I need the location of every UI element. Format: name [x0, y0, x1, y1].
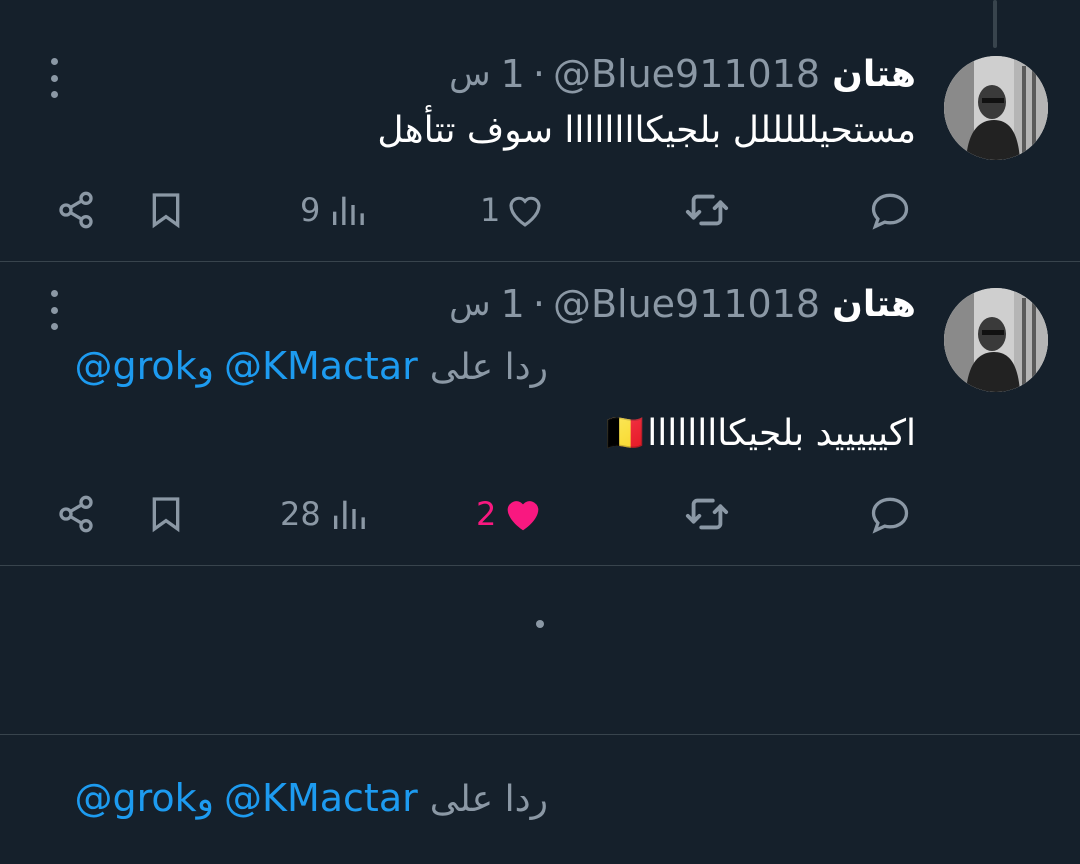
like-count: 2: [476, 495, 497, 533]
retweet-icon: [685, 194, 729, 226]
share-icon: [59, 495, 93, 533]
author-handle[interactable]: @Blue911018: [553, 52, 820, 96]
retweet-button[interactable]: [684, 484, 730, 544]
reply-icon: [871, 193, 909, 230]
replying-to-label: ردا على: [429, 347, 548, 388]
mention-link[interactable]: @grok: [74, 344, 196, 388]
tweet-actions: 28 2: [0, 484, 1080, 544]
share-button[interactable]: [56, 484, 96, 544]
timestamp-value[interactable]: 1: [501, 52, 525, 96]
views-count: 28: [280, 495, 321, 533]
tweet-actions: 9 1: [0, 180, 1080, 240]
timestamp-value[interactable]: 1: [501, 282, 525, 326]
more-vertical-icon-dot: [50, 323, 58, 330]
views-button[interactable]: 9: [300, 180, 368, 240]
tweet-text: اكيييييد بلجيكاااااااا🇧🇪: [602, 413, 916, 454]
reply-button[interactable]: [868, 484, 912, 544]
retweet-icon: [685, 498, 729, 530]
loading-indicator: [536, 620, 544, 628]
timestamp-unit[interactable]: س: [449, 284, 491, 324]
bookmark-button[interactable]: [146, 484, 186, 544]
like-button[interactable]: 2: [476, 484, 546, 544]
like-button[interactable]: 1: [480, 180, 546, 240]
more-vertical-icon: [50, 290, 58, 297]
composer-divider: [0, 734, 1080, 735]
more-vertical-icon-dot: [50, 74, 58, 82]
retweet-button[interactable]: [684, 180, 730, 240]
tweet-text: مستحيلللللل بلجيكاااااااا سوف تتأهل: [377, 110, 916, 151]
avatar[interactable]: [944, 288, 1048, 392]
tweet[interactable]: هتان @Blue911018 · 1 س ردا على @KMactar …: [0, 262, 1080, 566]
share-icon: [59, 191, 93, 229]
views-chart-icon: [333, 196, 365, 225]
reply-button[interactable]: [868, 180, 912, 240]
more-vertical-icon: [50, 58, 58, 65]
author-name[interactable]: هتان: [832, 54, 916, 95]
composer-replying-to[interactable]: ردا على @KMactar و @grok: [74, 776, 548, 820]
more-vertical-icon-dot: [50, 91, 58, 98]
views-button[interactable]: 28: [280, 484, 369, 544]
separator-dot: ·: [532, 282, 545, 326]
more-options-button[interactable]: [46, 58, 62, 98]
author-name[interactable]: هتان: [832, 284, 916, 325]
bookmark-icon: [152, 497, 180, 533]
share-button[interactable]: [56, 180, 96, 240]
reply-icon: [871, 497, 909, 534]
more-options-button[interactable]: [46, 290, 62, 330]
tweet-header: هتان @Blue911018 · 1 س: [449, 50, 916, 98]
avatar[interactable]: [944, 56, 1048, 160]
heart-icon: [509, 196, 541, 227]
replying-to: ردا على @KMactar و @grok: [74, 344, 548, 388]
bookmark-icon: [152, 193, 180, 229]
tweet[interactable]: هتان @Blue911018 · 1 س مستحيلللللل بلجيك…: [0, 0, 1080, 262]
separator-dot: ·: [532, 52, 545, 96]
mention-link[interactable]: @KMactar: [224, 776, 418, 820]
heart-icon: [508, 501, 539, 531]
more-vertical-icon-dot: [50, 306, 58, 314]
mention-link[interactable]: @grok: [74, 776, 196, 820]
mention-link[interactable]: @KMactar: [224, 344, 418, 388]
bookmark-button[interactable]: [146, 180, 186, 240]
tweet-header: هتان @Blue911018 · 1 س: [449, 280, 916, 328]
author-handle[interactable]: @Blue911018: [553, 282, 820, 326]
conjunction: و: [196, 779, 215, 820]
replying-to-label: ردا على: [429, 779, 548, 820]
timestamp-unit[interactable]: س: [449, 54, 491, 94]
views-count: 9: [300, 191, 321, 229]
views-chart-icon: [333, 500, 365, 529]
conjunction: و: [196, 347, 215, 388]
like-count: 1: [480, 191, 501, 229]
